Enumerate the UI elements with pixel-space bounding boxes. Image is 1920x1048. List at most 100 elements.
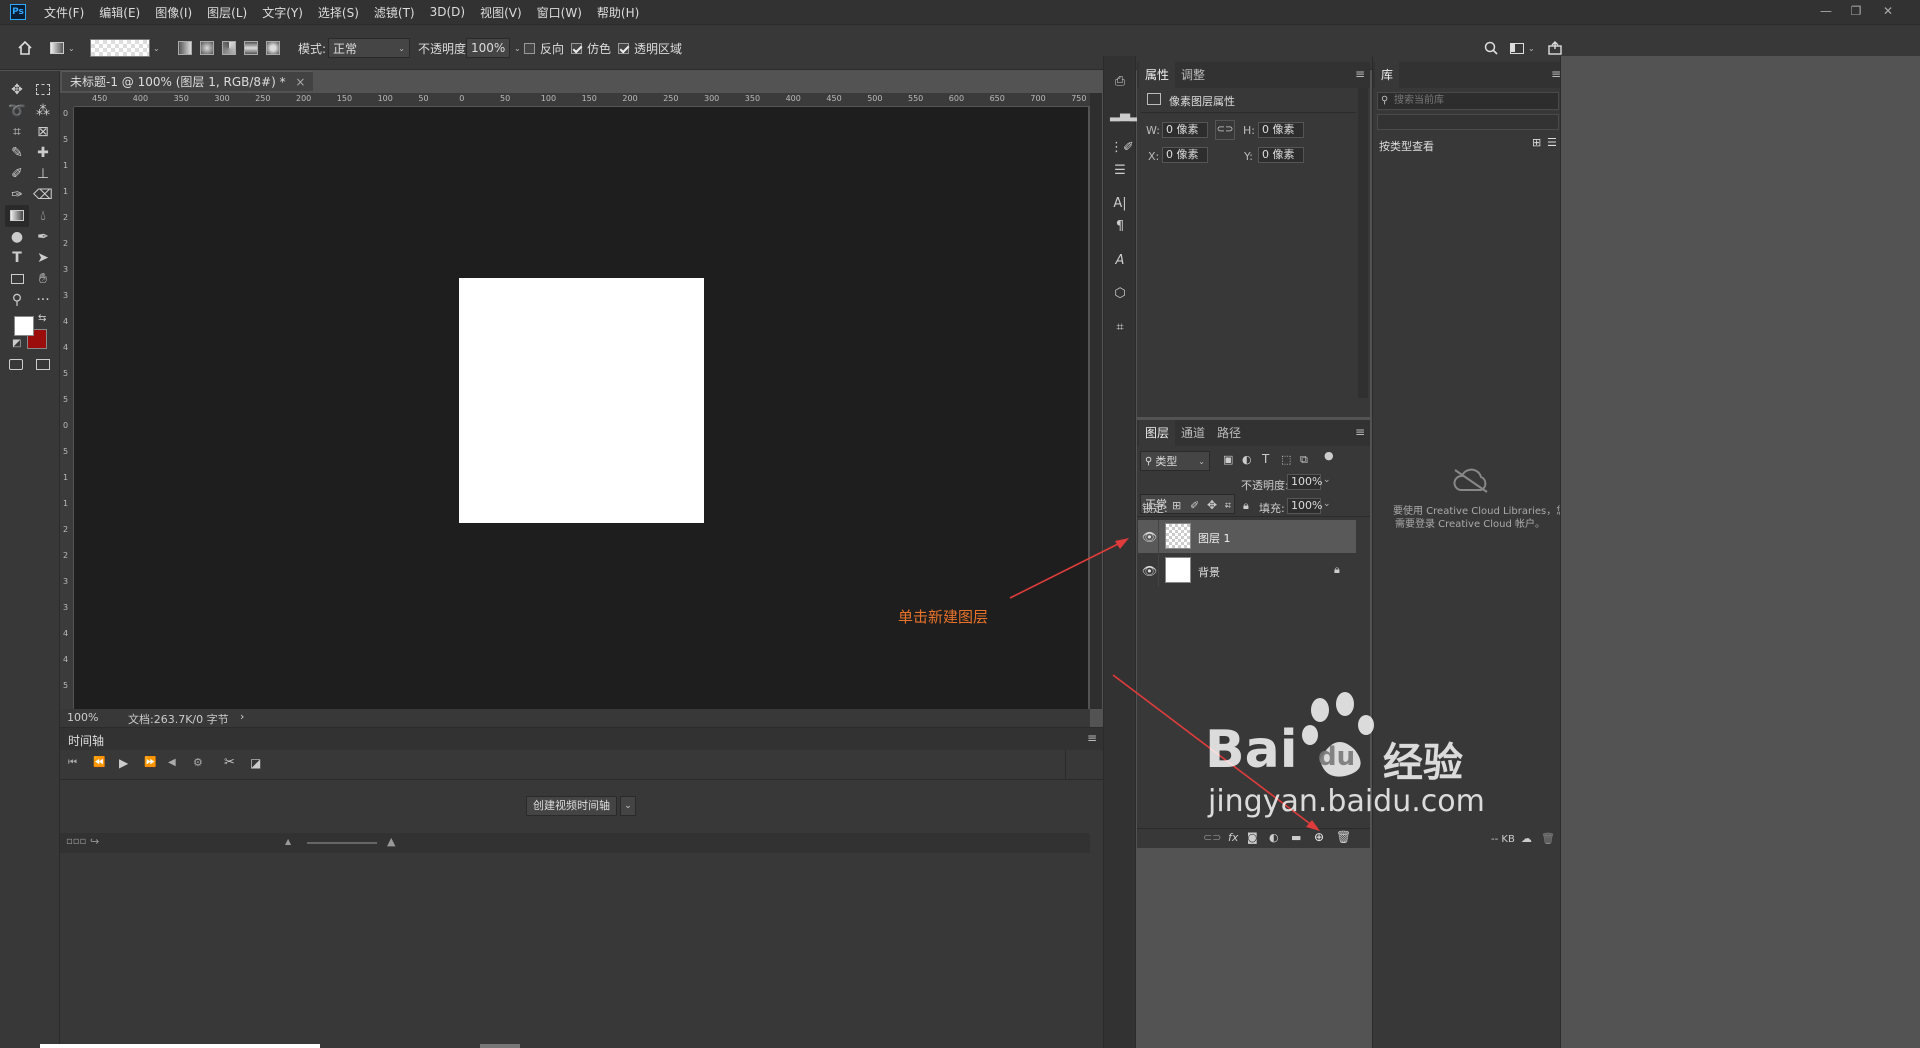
view-by-dropdown[interactable]: 按类型查看 <box>1379 138 1434 154</box>
mask-icon[interactable]: ◙ <box>1247 831 1258 844</box>
angle-gradient-icon[interactable] <box>222 41 236 55</box>
restore-button[interactable]: ❐ <box>1842 0 1870 24</box>
zoom-level[interactable]: 100% <box>67 711 98 724</box>
menu-window[interactable]: 窗口(W) <box>537 4 582 21</box>
layer-row[interactable]: 👁︎ 背景 🔒︎ <box>1138 554 1356 587</box>
brush-tool-icon[interactable]: ✐ <box>5 163 29 185</box>
blur-tool-icon[interactable]: 💧︎ <box>31 205 55 227</box>
first-frame-icon[interactable]: ⏮ <box>68 757 77 768</box>
grid-view-icon[interactable]: ⊞ <box>1532 136 1541 149</box>
fx-icon[interactable]: fx <box>1228 831 1238 844</box>
magic-wand-tool-icon[interactable]: ⁂ <box>31 100 55 122</box>
glyphs-icon[interactable]: A <box>1110 251 1130 271</box>
menu-3d[interactable]: 3D(D) <box>430 5 465 19</box>
tab-library[interactable]: 库 <box>1375 62 1400 88</box>
tab-layers[interactable]: 图层 <box>1139 420 1176 446</box>
menu-type[interactable]: 文字(Y) <box>262 4 303 21</box>
swap-colors-icon[interactable]: ⇆ <box>38 313 46 324</box>
play-icon[interactable]: ▶ <box>119 756 128 770</box>
layer-row[interactable]: 👁︎ 图层 1 <box>1138 520 1356 553</box>
dodge-tool-icon[interactable]: ● <box>5 226 29 248</box>
filter-shape-icon[interactable]: ⬚ <box>1281 453 1291 466</box>
layer-name[interactable]: 背景 <box>1198 564 1220 580</box>
tab-paths[interactable]: 路径 <box>1211 420 1247 446</box>
document-tab[interactable]: 未标题-1 @ 100% (图层 1, RGB/8#) * × <box>62 71 314 91</box>
link-icon[interactable]: ⊂⊃ <box>1203 831 1221 844</box>
brush-settings-icon[interactable]: ⋮✐ <box>1110 138 1134 158</box>
eraser-tool-icon[interactable]: ⌫ <box>31 184 55 206</box>
3d-cube-icon[interactable]: ⬡ <box>1110 284 1130 304</box>
panel-scrollbar[interactable] <box>1358 88 1368 398</box>
timeline-title[interactable]: 时间轴 <box>68 732 104 749</box>
default-colors-icon[interactable]: ◩ <box>12 338 21 349</box>
zoom-in-icon[interactable]: ▲ <box>387 835 395 848</box>
frame-tool-icon[interactable]: ⊠ <box>31 121 55 143</box>
x-field[interactable]: 0 像素 <box>1162 147 1208 163</box>
linear-gradient-icon[interactable] <box>178 41 192 55</box>
list-view-icon[interactable]: ☰ <box>1547 136 1557 149</box>
lock-icon[interactable]: 🔒︎ <box>1334 563 1340 577</box>
tab-channels[interactable]: 通道 <box>1175 420 1211 446</box>
gradient-tool-icon[interactable] <box>5 205 29 227</box>
menu-filter[interactable]: 滤镜(T) <box>374 4 415 21</box>
visibility-eye-icon[interactable]: 👁︎ <box>1142 530 1157 544</box>
lock-transparent-icon[interactable]: ⊞ <box>1172 499 1181 512</box>
close-button[interactable]: ✕ <box>1874 0 1902 24</box>
group-folder-icon[interactable]: ▬ <box>1291 831 1301 844</box>
height-field[interactable]: 0 像素 <box>1258 122 1304 138</box>
history-icon[interactable]: ⎙ <box>1110 72 1130 92</box>
mode-dropdown[interactable]: 正常 ⌄ <box>328 38 410 58</box>
eyedropper-tool-icon[interactable]: ✎ <box>5 142 29 164</box>
scissors-icon[interactable]: ✂ <box>224 755 235 770</box>
tab-properties[interactable]: 属性 <box>1139 62 1176 88</box>
menu-file[interactable]: 文件(F) <box>44 4 84 21</box>
frame-mode-icon[interactable]: ▫▫▫ <box>66 836 86 847</box>
panel-menu-icon[interactable]: ≡ <box>1087 731 1097 745</box>
fill-field[interactable]: 100% <box>1287 498 1322 514</box>
trash-icon[interactable]: 🗑︎ <box>1336 830 1351 844</box>
layer-filter-dropdown[interactable]: ⚲ 类型 ⌄ <box>1140 451 1210 471</box>
filter-pixel-icon[interactable]: ▣ <box>1223 453 1233 466</box>
transparency-checkbox[interactable]: 透明区域 <box>618 25 682 71</box>
home-icon[interactable] <box>17 25 33 71</box>
transition-icon[interactable]: ◪ <box>250 756 261 770</box>
document-canvas[interactable] <box>459 278 704 523</box>
diamond-gradient-icon[interactable] <box>266 41 280 55</box>
library-search-input[interactable]: ⚲ 搜索当前库 <box>1377 92 1559 110</box>
screen-mode-icon[interactable] <box>36 359 50 370</box>
gradient-tool-preset-icon[interactable]: ⌄ <box>50 25 75 71</box>
lasso-tool-icon[interactable]: ➰ <box>5 100 29 122</box>
close-tab-icon[interactable]: × <box>295 75 305 89</box>
hand-tool-icon[interactable]: ✋︎ <box>31 268 55 290</box>
lock-image-icon[interactable]: ✐ <box>1190 499 1199 512</box>
crop-icon[interactable]: ⌗ <box>1110 318 1130 338</box>
next-frame-icon[interactable]: ⏩ <box>144 757 156 768</box>
filter-adjustment-icon[interactable]: ◐ <box>1242 453 1252 466</box>
ruler-origin[interactable] <box>60 93 74 107</box>
library-select[interactable] <box>1377 114 1559 130</box>
adjustment-icon[interactable]: ◐ <box>1269 831 1279 844</box>
menu-select[interactable]: 选择(S) <box>318 4 359 21</box>
new-layer-icon[interactable]: ⊕ <box>1314 830 1324 844</box>
lock-position-icon[interactable]: ✥ <box>1207 498 1217 512</box>
zoom-tool-icon[interactable]: ⚲ <box>5 289 29 311</box>
tab-adjustments[interactable]: 调整 <box>1175 62 1211 88</box>
menu-layer[interactable]: 图层(L) <box>207 4 247 21</box>
dither-checkbox[interactable]: 仿色 <box>571 25 611 71</box>
healing-brush-tool-icon[interactable]: ✚ <box>31 142 55 164</box>
link-dimensions-icon[interactable]: ⊂⊃ <box>1215 120 1235 140</box>
histogram-icon[interactable]: ▂▄▂ <box>1110 105 1140 125</box>
minimize-button[interactable]: — <box>1812 0 1840 24</box>
more-tools-icon[interactable]: ··· <box>31 289 55 311</box>
panel-menu-icon[interactable]: ≡ <box>1355 425 1365 439</box>
y-field[interactable]: 0 像素 <box>1258 147 1304 163</box>
create-video-timeline-button[interactable]: 创建视频时间轴 <box>526 796 617 816</box>
marquee-tool-icon[interactable] <box>31 79 55 101</box>
type-tool-icon[interactable]: T <box>5 247 29 269</box>
width-field[interactable]: 0 像素 <box>1162 122 1208 138</box>
radial-gradient-icon[interactable] <box>200 41 214 55</box>
adjustments-sliders-icon[interactable]: ☰ <box>1110 161 1130 181</box>
move-tool-icon[interactable]: ✥ <box>5 79 29 101</box>
lock-all-icon[interactable]: 🔒︎ <box>1243 499 1249 513</box>
previous-frame-icon[interactable]: ⏪ <box>93 757 105 768</box>
